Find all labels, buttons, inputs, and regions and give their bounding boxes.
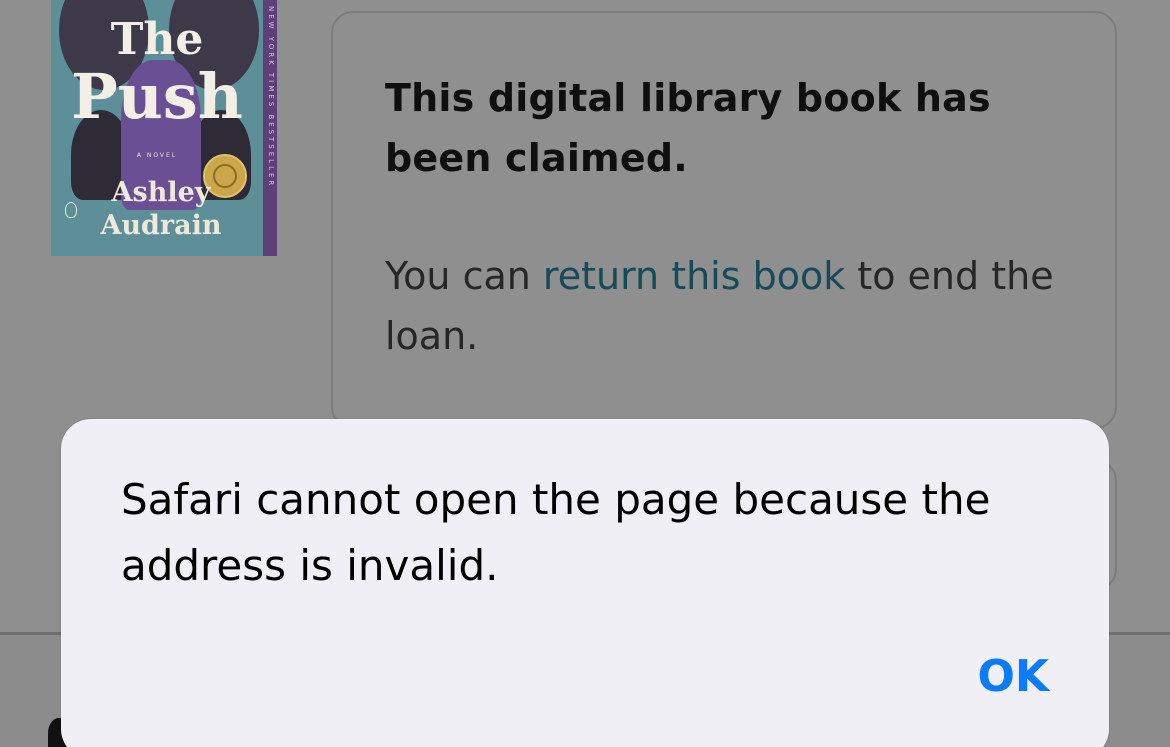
safari-error-alert: Safari cannot open the page because the … <box>61 419 1109 747</box>
loan-status-body: You can return this book to end the loan… <box>385 246 1085 366</box>
cover-author: Ashley Audrain <box>81 176 241 242</box>
return-book-link[interactable]: return this book <box>543 254 845 298</box>
alert-message: Safari cannot open the page because the … <box>121 475 991 590</box>
cover-title-line1: The <box>110 14 204 65</box>
publisher-logo-icon <box>65 202 77 218</box>
cover-author-line2: Audrain <box>100 210 222 241</box>
loan-status-title: This digital library book has been claim… <box>385 76 991 180</box>
ok-button[interactable]: OK <box>978 651 1050 702</box>
book-cover-image[interactable]: The Push A NOVEL Ashley Audrain NEW YORK… <box>51 0 277 256</box>
page: The Push A NOVEL Ashley Audrain NEW YORK… <box>0 0 1170 747</box>
cover-spine: NEW YORK TIMES BESTSELLER <box>263 0 277 256</box>
cover-title-line2: Push <box>71 60 243 133</box>
cover-spine-text: NEW YORK TIMES BESTSELLER <box>267 6 275 189</box>
loan-status-body-prefix: You can <box>385 254 543 298</box>
cover-author-line1: Ashley <box>111 177 211 208</box>
